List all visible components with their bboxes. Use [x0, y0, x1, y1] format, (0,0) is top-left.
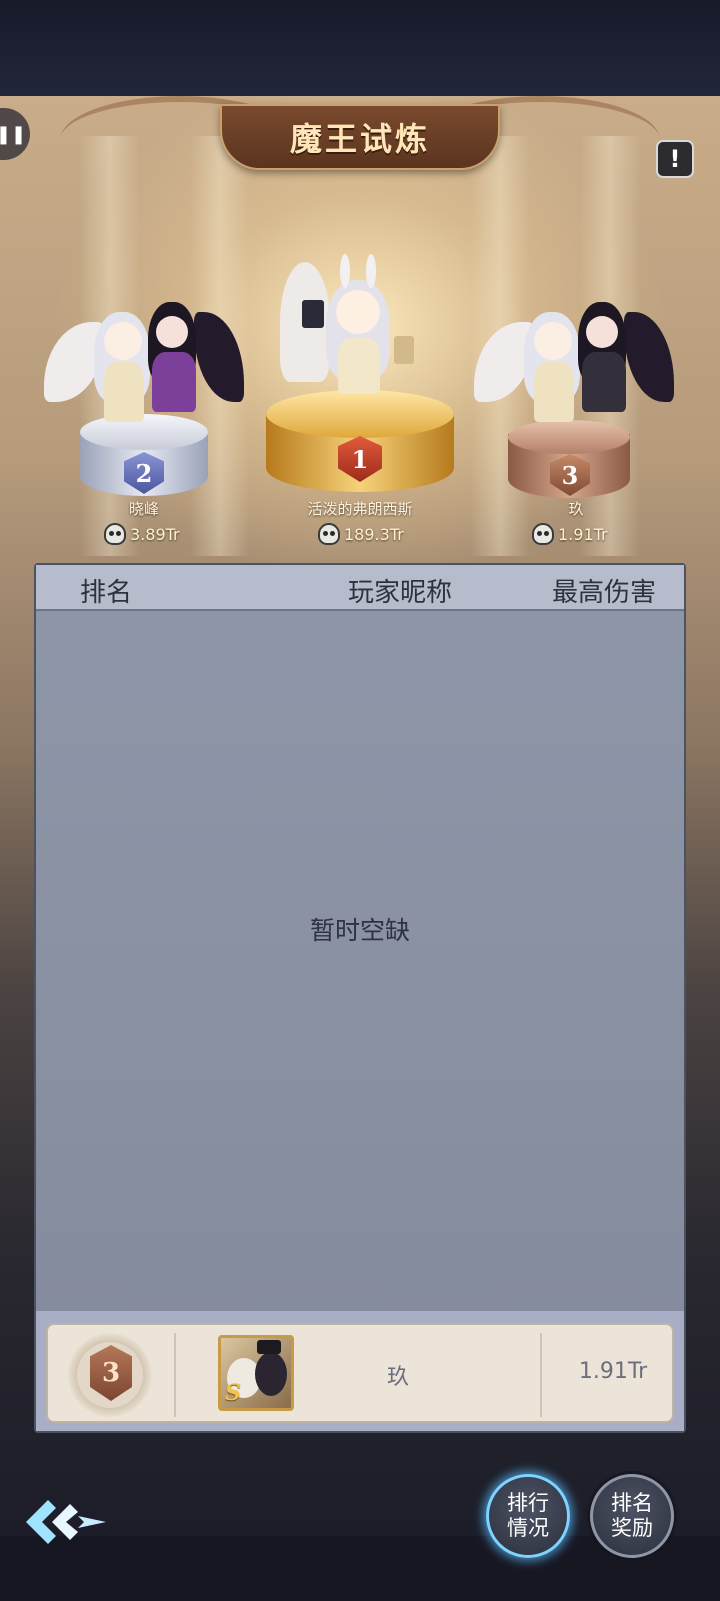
my-player-name: 玖 — [386, 1365, 409, 1390]
my-rank-row[interactable]: 3 S 玖 1.91Tr — [46, 1323, 674, 1423]
character-sprite-second — [44, 282, 244, 432]
status-bar-area — [0, 0, 720, 96]
podium-first-score: 189.3Tr — [318, 523, 404, 545]
podium-third-score: 1.91Tr — [532, 523, 608, 545]
table-header: 排名 玩家昵称 最高伤害 — [36, 565, 684, 611]
back-logo-icon[interactable] — [22, 1496, 108, 1548]
podium-second-name: 晓峰 — [128, 500, 159, 518]
ranking-rewards-button[interactable]: 排名 奖励 — [590, 1474, 674, 1558]
grade-s-badge: S — [225, 1380, 241, 1406]
character-sprite-third — [474, 282, 674, 432]
info-button[interactable]: ! — [656, 140, 694, 178]
column-header-player: 玩家昵称 — [348, 578, 453, 608]
skull-icon — [104, 523, 126, 545]
ranking-list[interactable]: 暂时空缺 — [36, 611, 684, 1331]
skull-icon — [318, 523, 340, 545]
title-banner: 魔王试炼 — [220, 104, 500, 170]
my-rank-footer: 3 S 玖 1.91Tr — [36, 1311, 684, 1431]
skull-icon — [532, 523, 554, 545]
empty-state-text: 暂时空缺 — [309, 916, 410, 945]
column-header-damage: 最高伤害 — [552, 578, 657, 608]
player-avatar[interactable]: S — [218, 1335, 294, 1411]
podium-third-name: 玖 — [568, 500, 584, 518]
podium-second-score: 3.89Tr — [104, 523, 180, 545]
ranking-panel: 排名 玩家昵称 最高伤害 暂时空缺 3 S 玖 1.91Tr — [34, 563, 686, 1433]
column-header-rank: 排名 — [80, 578, 133, 608]
my-best-damage: 1.91Tr — [578, 1359, 648, 1384]
exclamation-icon: ! — [669, 145, 681, 173]
pause-icon: ❚❚ — [0, 123, 27, 145]
podium-first-name: 活泼的弗朗西斯 — [307, 500, 413, 518]
ranking-status-button[interactable]: 排行 情况 — [486, 1474, 570, 1558]
character-sprite-first — [276, 254, 436, 404]
page-title: 魔王试炼 — [289, 120, 430, 158]
